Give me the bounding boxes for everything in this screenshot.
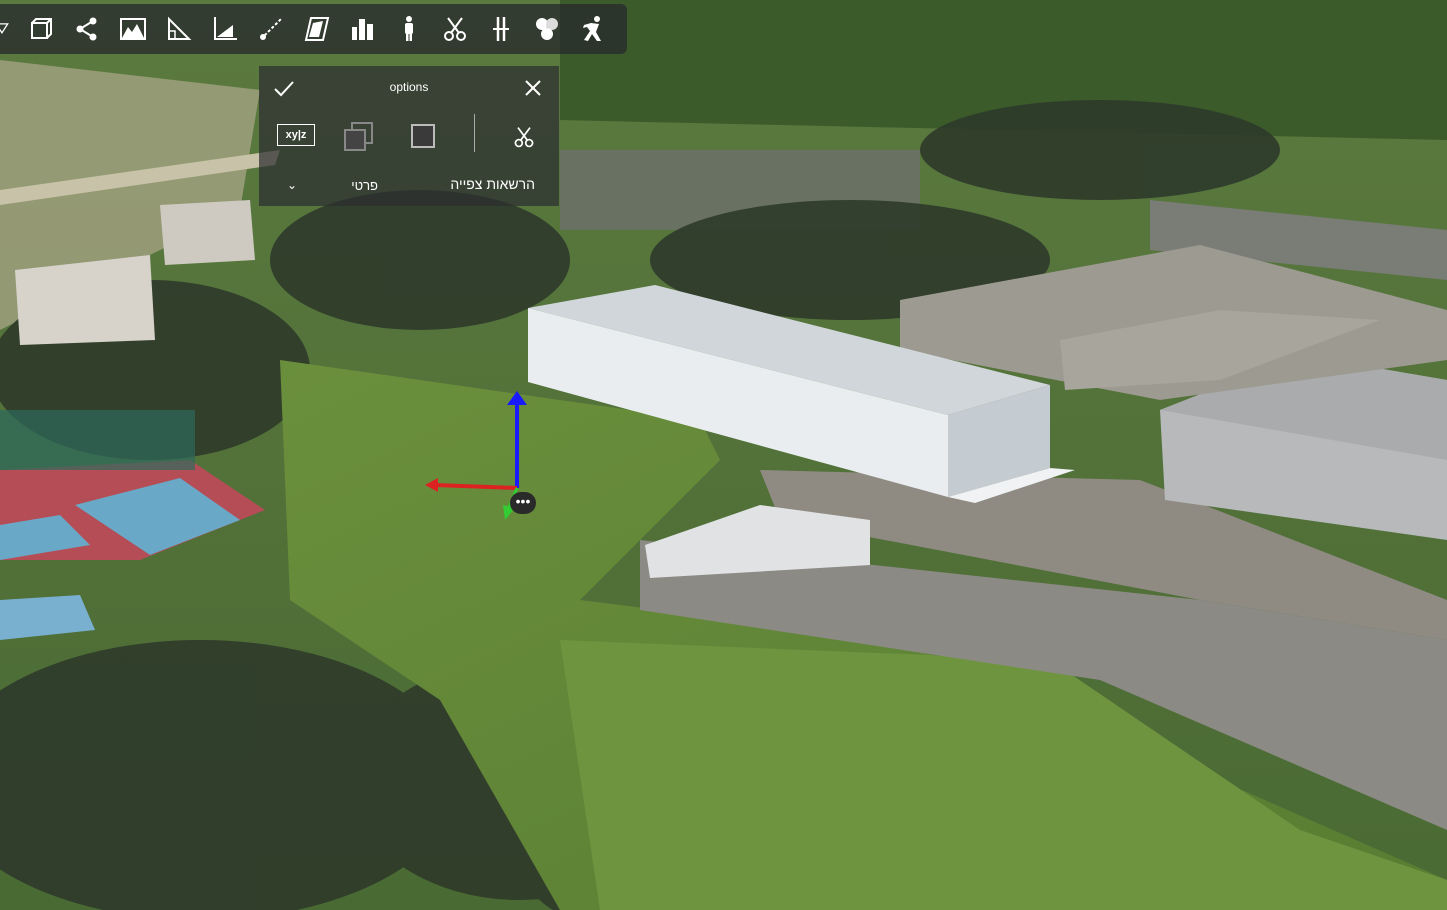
left-building [15,255,155,345]
permission-value: פרטי [351,178,378,193]
tool-box[interactable] [18,6,64,52]
split-vertical-icon [493,17,509,41]
chevron-down-icon: ⌄ [287,178,298,192]
gizmo-options-handle[interactable]: ••• [510,492,536,514]
solid-fill-button[interactable] [405,118,441,154]
terrain-profile-icon [120,18,146,40]
tool-person[interactable] [386,6,432,52]
tool-share[interactable] [64,6,110,52]
cut-button[interactable] [509,122,539,152]
area-measure-icon [304,17,330,41]
scissors-icon [514,127,534,148]
fence [0,410,195,470]
scissors-icon [444,17,466,41]
buildings-icon [352,19,373,40]
tool-area-measure[interactable] [294,6,340,52]
share-icon [76,17,97,41]
tool-circles[interactable] [524,6,570,52]
slope-icon [214,17,237,40]
tool-scissors[interactable] [432,6,478,52]
3d-map-viewport[interactable] [0,0,1447,910]
tool-line-of-sight[interactable] [248,6,294,52]
duplicate-button[interactable] [341,118,377,154]
coordinates-label: xy|z [285,129,307,141]
tool-buildings[interactable] [340,6,386,52]
tool-terrain-profile[interactable] [110,6,156,52]
tool-filter[interactable] [0,6,18,52]
filter-icon [0,23,9,35]
circles-icon [536,18,558,40]
tool-angle-measure[interactable] [156,6,202,52]
tool-split-vertical[interactable] [478,6,524,52]
options-panel: options xy|z ⌄ פרטי הרשאות צפייה [259,66,559,206]
coordinates-button[interactable]: xy|z [277,124,315,146]
options-panel-title: options [389,80,429,94]
close-button[interactable] [521,76,545,100]
main-toolbar [0,4,627,54]
permission-dropdown[interactable]: ⌄ פרטי [279,174,404,198]
person-icon [405,16,413,41]
box-icon [31,18,52,39]
tool-slope[interactable] [202,6,248,52]
line-of-sight-icon [260,18,282,40]
panel-separator [474,114,475,152]
close-icon [525,80,541,96]
square-icon [411,124,435,148]
permission-label: הרשאות צפייה [450,176,535,192]
tool-walk[interactable] [570,6,616,52]
walk-icon [583,16,601,41]
angle-measure-icon [168,16,192,40]
left-building-2 [160,200,255,265]
duplicate-icon [344,122,373,151]
